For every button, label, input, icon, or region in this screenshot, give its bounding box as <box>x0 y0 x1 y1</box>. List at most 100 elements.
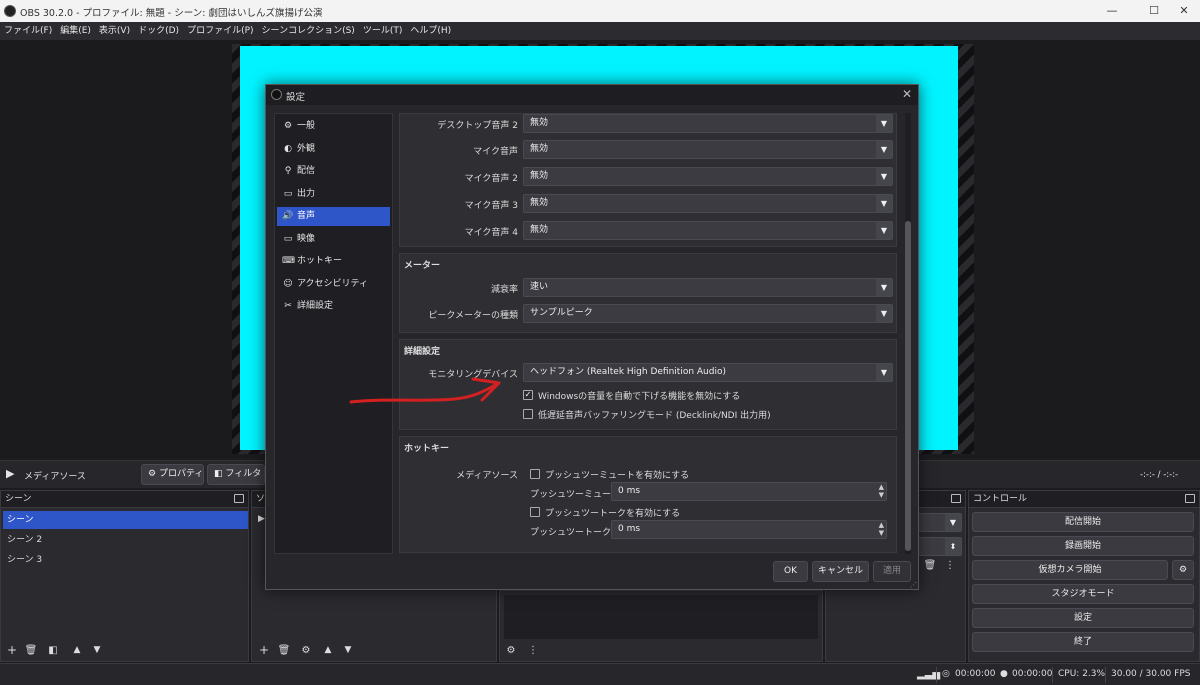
gear-icon[interactable]: ⚙ <box>298 643 314 659</box>
sidebar-item-general[interactable]: ⚙ 一般 <box>277 117 390 136</box>
sidebar-item-advanced[interactable]: ✂ 詳細設定 <box>277 297 390 316</box>
mixer-settings-icon[interactable]: ⚙ <box>503 643 519 659</box>
record-icon: ● <box>1000 669 1008 679</box>
controls-dock-header: コントロール <box>969 491 1199 508</box>
device-label: マイク音声 3 <box>464 201 518 211</box>
move-up-icon[interactable]: ▲ <box>69 643 85 659</box>
close-icon[interactable]: ✕ <box>902 87 912 101</box>
hotkeys-title: ホットキー <box>404 444 450 454</box>
spin-arrows-icon[interactable]: ▲ ▼ <box>879 483 884 499</box>
ok-button[interactable]: OK <box>773 561 808 582</box>
sidebar-item-stream[interactable]: ⚲ 配信 <box>277 162 390 181</box>
cpu-usage: CPU: 2.3% <box>1058 669 1106 679</box>
maximize-button[interactable]: ☐ <box>1140 2 1168 20</box>
add-source-icon[interactable]: + <box>256 643 272 659</box>
chevron-down-icon: ▼ <box>876 195 892 212</box>
mic-audio-3-select[interactable]: 無効 ▼ <box>523 194 893 213</box>
meters-title: メーター <box>404 261 441 271</box>
mic-audio-select[interactable]: 無効 ▼ <box>523 140 893 159</box>
sidebar-item-hotkeys[interactable]: ⌨ ホットキー <box>277 252 390 271</box>
kebab-menu-icon[interactable]: ⋮ <box>942 558 958 574</box>
current-source-name: メディアソース <box>24 472 86 482</box>
start-streaming-button[interactable]: 配信開始 <box>972 512 1194 532</box>
menu-view[interactable]: 表示(V) <box>95 22 134 40</box>
chevron-down-icon: ▼ <box>876 115 892 132</box>
sidebar-item-appearance[interactable]: ◐ 外観 <box>277 140 390 159</box>
move-up-icon[interactable]: ▲ <box>320 643 336 659</box>
window-titlebar: OBS 30.2.0 - プロファイル: 無題 - シーン: 劇団はいしんズ旗揚… <box>0 0 1200 22</box>
kebab-menu-icon[interactable]: ⋮ <box>525 643 541 659</box>
trash-icon[interactable]: 🗑 <box>23 643 39 659</box>
undock-icon[interactable] <box>1185 494 1195 503</box>
trash-icon[interactable]: 🗑 <box>276 643 292 659</box>
window-title: OBS 30.2.0 - プロファイル: 無題 - シーン: 劇団はいしんズ旗揚… <box>20 8 323 19</box>
trash-icon[interactable]: 🗑 <box>922 558 938 574</box>
chevron-down-icon: ▼ <box>876 222 892 239</box>
desktop-audio-2-select[interactable]: 無効 ▼ <box>523 114 893 133</box>
push-to-talk-label: プッシュツートークを有効にする <box>545 509 681 519</box>
filter-icon: ◧ <box>214 469 226 479</box>
spin-arrows-icon[interactable]: ▲ ▼ <box>879 521 884 537</box>
menu-tools[interactable]: ツール(T) <box>359 22 407 40</box>
chevron-down-icon: ▼ <box>876 141 892 158</box>
chevron-down-icon: ▼ <box>945 514 961 531</box>
cancel-button[interactable]: キャンセル <box>812 561 869 582</box>
devices-group: デスクトップ音声 2 無効 ▼ マイク音声 無効 ▼ マイク音声 2 無効 ▼ マイク… <box>399 113 897 247</box>
menu-file[interactable]: ファイル(F) <box>0 22 56 40</box>
resize-grip-icon[interactable]: ⋰ <box>910 581 917 589</box>
sidebar-item-accessibility[interactable]: ☺ アクセシビリティ <box>277 275 390 294</box>
mic-audio-2-select[interactable]: 無効 ▼ <box>523 167 893 186</box>
source-eye-icon[interactable]: ▶ <box>258 514 265 524</box>
fps-readout: 30.00 / 30.00 FPS <box>1111 669 1191 679</box>
device-label: マイク音声 <box>473 147 518 157</box>
sidebar-item-output[interactable]: ▭ 出力 <box>277 185 390 204</box>
push-to-talk-delay-input[interactable]: 0 ms ▲ ▼ <box>611 520 887 539</box>
apply-button[interactable]: 適用 <box>873 561 911 582</box>
start-virtual-camera-button[interactable]: 仮想カメラ開始 <box>972 560 1168 580</box>
minimize-button[interactable]: — <box>1098 2 1126 20</box>
peak-meter-type-select[interactable]: サンプルピーク ▼ <box>523 304 893 323</box>
push-to-mute-delay-input[interactable]: 0 ms ▲ ▼ <box>611 482 887 501</box>
mic-audio-4-select[interactable]: 無効 ▼ <box>523 221 893 240</box>
sidebar-item-audio[interactable]: 🔊 音声 <box>277 207 390 226</box>
play-icon[interactable]: ▶ <box>6 467 14 480</box>
push-to-mute-checkbox[interactable] <box>530 469 540 479</box>
settings-button[interactable]: 設定 <box>972 608 1194 628</box>
menu-dock[interactable]: ドック(D) <box>134 22 183 40</box>
scene-item[interactable]: シーン 2 <box>3 531 248 549</box>
studio-mode-button[interactable]: スタジオモード <box>972 584 1194 604</box>
menu-scene-collection[interactable]: シーンコレクション(S) <box>258 22 359 40</box>
low-latency-checkbox[interactable] <box>523 409 533 419</box>
add-scene-icon[interactable]: + <box>4 643 20 659</box>
menu-profile[interactable]: プロファイル(P) <box>183 22 257 40</box>
sidebar-item-video[interactable]: ▭ 映像 <box>277 230 390 249</box>
filters-button[interactable]: ◧ フィルタ <box>207 464 265 485</box>
monitoring-device-select[interactable]: ヘッドフォン (Realtek High Definition Audio) ▼ <box>523 363 893 382</box>
undock-icon[interactable] <box>234 494 244 503</box>
move-down-icon[interactable]: ▼ <box>340 643 356 659</box>
scene-item[interactable]: シーン 3 <box>3 551 248 569</box>
exit-button[interactable]: 終了 <box>972 632 1194 652</box>
transition-select[interactable]: ▼ <box>918 513 962 532</box>
menu-help[interactable]: ヘルプ(H) <box>406 22 455 40</box>
scenes-dock: シーン シーン シーン 2 シーン 3 + 🗑 ◧ ▲ ▼ <box>0 490 249 662</box>
scrollbar-thumb[interactable] <box>905 221 911 551</box>
disable-ducking-checkbox[interactable]: ✓ <box>523 390 533 400</box>
settings-sidebar: ⚙ 一般 ◐ 外観 ⚲ 配信 ▭ 出力 🔊 音声 ▭ 映像 ⌨ ホットキー ☺ アクセシビリティ… <box>274 113 393 554</box>
decay-rate-select[interactable]: 速い ▼ <box>523 278 893 297</box>
scene-item[interactable]: シーン <box>3 511 248 529</box>
properties-button[interactable]: ⚙ プロパティ <box>141 464 204 485</box>
menu-edit[interactable]: 編集(E) <box>56 22 95 40</box>
start-recording-button[interactable]: 録画開始 <box>972 536 1194 556</box>
transition-duration[interactable]: ⬍ <box>918 537 962 556</box>
virtual-camera-settings-button[interactable]: ⚙ <box>1172 560 1194 580</box>
settings-content: デスクトップ音声 2 無効 ▼ マイク音声 無効 ▼ マイク音声 2 無効 ▼ マイク… <box>399 113 902 554</box>
chevron-down-icon: ▼ <box>876 279 892 296</box>
settings-scrollbar[interactable] <box>905 113 911 554</box>
push-to-talk-checkbox[interactable] <box>530 507 540 517</box>
scene-filter-icon[interactable]: ◧ <box>45 643 61 659</box>
undock-icon[interactable] <box>951 494 961 503</box>
move-down-icon[interactable]: ▼ <box>89 643 105 659</box>
close-button[interactable]: ✕ <box>1170 2 1198 20</box>
audio-mixer-dock: ⚙ ⋮ <box>499 590 823 662</box>
